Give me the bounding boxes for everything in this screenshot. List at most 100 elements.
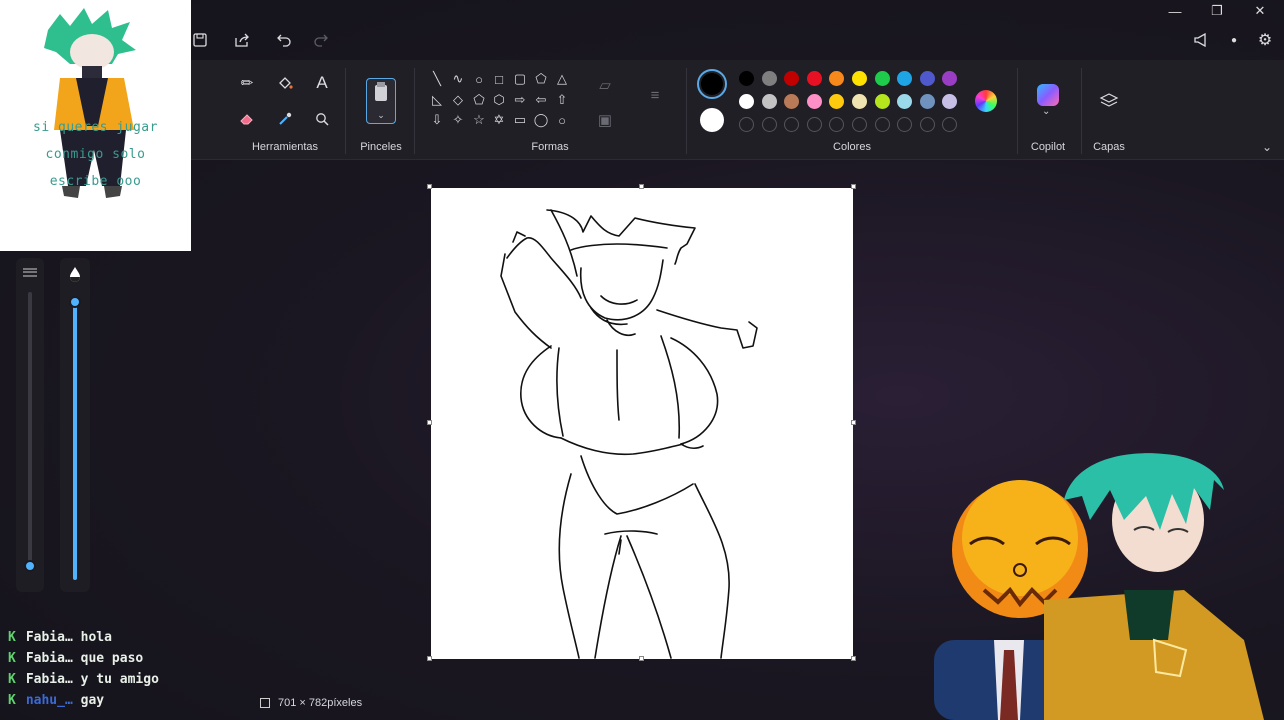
star4-shape-icon[interactable]: ✧ xyxy=(449,111,467,129)
fill-icon[interactable] xyxy=(272,70,298,96)
ribbon-collapse-icon[interactable]: ⌄ xyxy=(1262,140,1272,154)
pencil-icon[interactable]: ✏ xyxy=(234,70,260,96)
custom-color-slot[interactable] xyxy=(806,117,822,132)
diamond-shape-icon[interactable]: ◇ xyxy=(449,91,467,109)
custom-color-slot[interactable] xyxy=(739,117,754,132)
custom-color-slot[interactable] xyxy=(874,117,890,132)
overlay-line-2: conmigo solo xyxy=(45,147,146,162)
account-icon[interactable]: ● xyxy=(1224,28,1244,52)
color-swatch[interactable] xyxy=(806,94,822,109)
color-swatch[interactable] xyxy=(874,71,890,86)
group-label-colors: Colores xyxy=(833,141,871,153)
arrow-up-shape-icon[interactable]: ⇧ xyxy=(553,91,571,109)
shapes-gallery: ╲ ∿ ○ □ ▢ ⬠ △ ◺ ◇ ⬠ ⬡ ⇨ ⇦ ⇧ ⇩ ✧ ☆ ✡ ▭ ◯ … xyxy=(422,66,574,138)
resize-handle-b[interactable] xyxy=(639,656,644,661)
undo-icon[interactable] xyxy=(271,28,297,52)
right-triangle-shape-icon[interactable]: ◺ xyxy=(428,91,446,109)
chat-text: gay xyxy=(80,693,105,708)
magnifier-icon[interactable] xyxy=(309,106,335,132)
copilot-icon[interactable] xyxy=(1037,84,1059,106)
layers-icon[interactable] xyxy=(1096,88,1122,114)
color-swatch[interactable] xyxy=(852,94,867,109)
polygon-shape-icon[interactable]: ⬠ xyxy=(532,70,550,88)
color-picker-icon[interactable] xyxy=(272,106,298,132)
callout-oval-shape-icon[interactable]: ◯ xyxy=(532,111,550,129)
arrow-left-shape-icon[interactable]: ⇦ xyxy=(532,91,550,109)
rectangle-shape-icon[interactable]: □ xyxy=(490,70,508,88)
sketch-drawing xyxy=(500,209,758,659)
eraser-icon[interactable] xyxy=(234,106,260,132)
title-bar: — ❐ ✕ xyxy=(0,0,1284,22)
share-icon[interactable] xyxy=(229,28,255,52)
brush-button[interactable]: ⌄ xyxy=(366,78,396,124)
brush-size-slider[interactable] xyxy=(28,292,32,568)
oval-shape-icon[interactable]: ○ xyxy=(470,70,488,88)
drawing-canvas[interactable] xyxy=(431,188,853,659)
platform-icon: K xyxy=(8,651,16,666)
chat-message: K Fabia… y tu amigo xyxy=(8,672,159,687)
restore-button[interactable]: ❐ xyxy=(1197,0,1237,22)
color-swatch[interactable] xyxy=(739,94,754,109)
resize-handle-t[interactable] xyxy=(639,184,644,189)
star5-shape-icon[interactable]: ☆ xyxy=(470,111,488,129)
color-swatch[interactable] xyxy=(919,71,935,86)
custom-color-slot[interactable] xyxy=(761,117,777,132)
arrow-right-shape-icon[interactable]: ⇨ xyxy=(511,91,529,109)
color-swatch[interactable] xyxy=(874,94,890,109)
vtuber-avatars xyxy=(934,453,1264,720)
primary-color-button[interactable] xyxy=(697,69,727,99)
triangle-shape-icon[interactable]: △ xyxy=(553,70,571,88)
copilot-chevron-icon[interactable]: ⌄ xyxy=(1042,106,1050,117)
opacity-slider[interactable] xyxy=(73,302,77,580)
overlay-line-3: escribe ooo xyxy=(49,174,142,189)
secondary-color-button[interactable] xyxy=(700,108,724,132)
line-shape-icon[interactable]: ╲ xyxy=(428,70,446,88)
size-icon[interactable]: ≡ xyxy=(642,82,668,108)
color-swatch[interactable] xyxy=(739,71,754,86)
resize-handle-tr[interactable] xyxy=(851,184,856,189)
primary-color-swatch xyxy=(701,73,723,95)
arrow-down-shape-icon[interactable]: ⇩ xyxy=(428,111,446,129)
chat-message: K Fabia… hola xyxy=(8,630,112,645)
color-swatch[interactable] xyxy=(761,94,777,109)
custom-color-slot[interactable] xyxy=(919,117,935,132)
resize-handle-r[interactable] xyxy=(851,420,856,425)
color-swatch[interactable] xyxy=(761,71,777,86)
callout-cloud-shape-icon[interactable]: ○ xyxy=(553,111,571,129)
resize-handle-br[interactable] xyxy=(851,656,856,661)
rounded-rect-shape-icon[interactable]: ▢ xyxy=(511,70,529,88)
resize-handle-l[interactable] xyxy=(427,420,432,425)
star6-shape-icon[interactable]: ✡ xyxy=(490,111,508,129)
brush-size-knob[interactable] xyxy=(24,560,36,572)
resize-handle-tl[interactable] xyxy=(427,184,432,189)
callout-rect-shape-icon[interactable]: ▭ xyxy=(511,111,529,129)
brush-size-panel xyxy=(16,258,44,592)
curve-shape-icon[interactable]: ∿ xyxy=(449,70,467,88)
outline-icon[interactable]: ▱ xyxy=(592,72,618,98)
color-swatch[interactable] xyxy=(852,71,867,86)
redo-icon[interactable] xyxy=(308,28,334,52)
color-swatch[interactable] xyxy=(806,71,822,86)
opacity-drop-icon xyxy=(68,266,82,282)
hexagon-shape-icon[interactable]: ⬡ xyxy=(490,91,508,109)
close-button[interactable]: ✕ xyxy=(1240,0,1280,22)
pentagon-shape-icon[interactable]: ⬠ xyxy=(470,91,488,109)
feedback-icon[interactable] xyxy=(1188,28,1214,52)
chat-text: hola xyxy=(80,630,112,645)
chat-text: y tu amigo xyxy=(80,672,159,687)
edit-colors-icon[interactable] xyxy=(975,90,997,112)
minimize-button[interactable]: — xyxy=(1155,0,1195,22)
fill-shape-icon[interactable]: ▣ xyxy=(592,107,618,133)
group-label-tools: Herramientas xyxy=(251,141,319,153)
text-icon[interactable]: A xyxy=(309,70,335,96)
settings-icon[interactable]: ⚙ xyxy=(1252,28,1278,52)
color-swatch[interactable] xyxy=(919,94,935,109)
chat-text: que paso xyxy=(80,651,144,666)
resize-handle-bl[interactable] xyxy=(427,656,432,661)
chat-username: Fabia… xyxy=(25,651,81,666)
chat-message: K Fabia… que paso xyxy=(8,651,143,666)
custom-color-slot[interactable] xyxy=(852,117,867,132)
chat-username: Fabia… xyxy=(25,630,81,645)
chevron-down-icon: ⌄ xyxy=(377,110,385,120)
opacity-knob[interactable] xyxy=(69,296,81,308)
